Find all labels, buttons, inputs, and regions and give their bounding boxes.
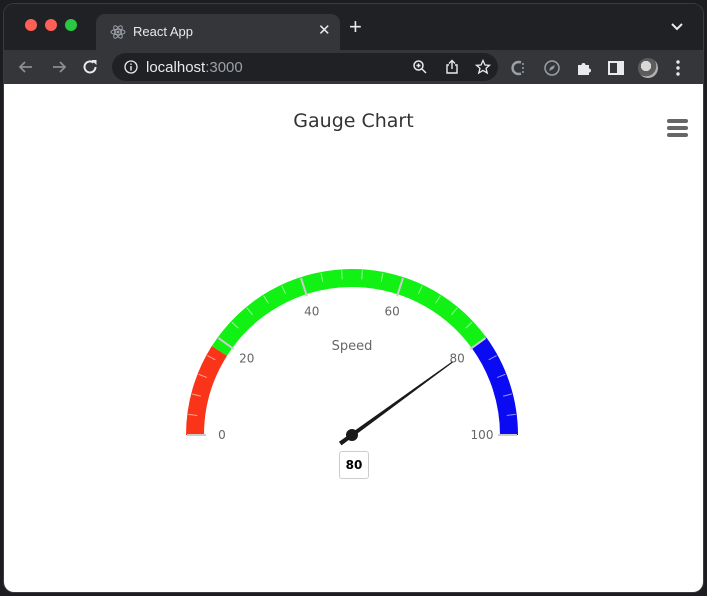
reload-icon[interactable]	[80, 57, 100, 77]
gauge-tick-label: 0	[218, 428, 226, 442]
react-icon	[110, 25, 126, 39]
window-minimize-button[interactable]	[45, 19, 57, 31]
address-bar[interactable]: localhost:3000	[112, 53, 498, 81]
back-icon[interactable]	[16, 57, 36, 77]
tab-search-chevron-icon[interactable]	[670, 19, 684, 33]
forward-icon[interactable]	[49, 57, 69, 77]
gauge-tick-label: 40	[304, 304, 319, 318]
gauge-tick-label: 100	[471, 428, 494, 442]
tab-react-app[interactable]: React App ✕	[96, 14, 340, 50]
gauge-pivot	[346, 429, 358, 441]
new-tab-button[interactable]: +	[349, 16, 362, 38]
url-port: :3000	[205, 59, 243, 76]
puzzle-icon[interactable]	[575, 59, 593, 77]
browser-toolbar: localhost:3000	[4, 50, 703, 84]
gauge-value-label: 80	[339, 451, 369, 479]
page-content: Gauge Chart 0 20 40 60 80 100 Speed 80	[4, 84, 703, 592]
gauge-tick-label: 60	[385, 304, 400, 318]
gauge-minor-tick	[361, 270, 363, 280]
browser-window: React App ✕ + localhost:3000 Gauge Chart…	[4, 4, 703, 592]
gauge-band-2	[471, 337, 518, 435]
gauge-series-label: Speed	[332, 339, 373, 354]
extension-c-icon[interactable]	[510, 59, 528, 77]
gauge-minor-tick	[341, 270, 343, 280]
tab-bar: React App ✕ +	[4, 4, 703, 50]
profile-avatar[interactable]	[638, 58, 658, 78]
tab-close-icon[interactable]: ✕	[318, 23, 331, 39]
window-zoom-button[interactable]	[65, 19, 77, 31]
tab-title: React App	[133, 24, 193, 39]
compass-icon[interactable]	[543, 59, 561, 77]
info-icon[interactable]	[124, 60, 138, 74]
gauge-tick-label: 20	[239, 352, 254, 366]
gauge-band-0	[186, 346, 228, 435]
bookmark-star-icon[interactable]	[475, 59, 491, 75]
window-close-button[interactable]	[25, 19, 37, 31]
more-icon[interactable]	[676, 60, 680, 76]
share-icon[interactable]	[444, 59, 460, 75]
side-panel-icon[interactable]	[607, 59, 625, 77]
gauge-tick-label: 80	[450, 352, 465, 366]
zoom-icon[interactable]	[412, 59, 428, 75]
url-text[interactable]: localhost:3000	[146, 59, 243, 76]
url-host: localhost	[146, 59, 206, 76]
gauge-chart: 0 20 40 60 80 100 Speed	[186, 269, 518, 446]
